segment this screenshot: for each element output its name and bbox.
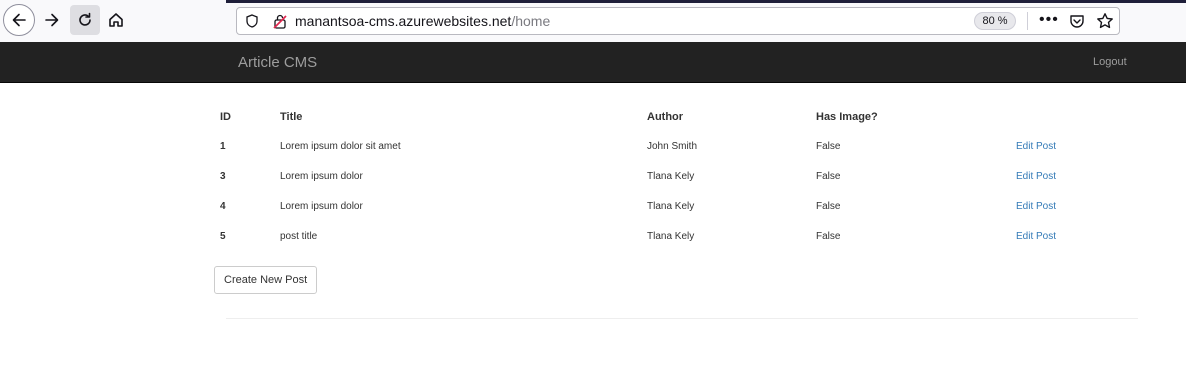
post-has-image: False	[816, 230, 841, 242]
header-actions	[1010, 103, 1144, 131]
reload-icon	[79, 12, 91, 26]
create-new-post-button[interactable]: Create New Post	[214, 266, 318, 294]
url-path: /home	[511, 13, 551, 29]
app-navbar: Article CMS Logout	[0, 42, 1186, 83]
post-id: 5	[220, 230, 226, 242]
edit-post-link[interactable]: Edit Post	[1016, 171, 1056, 182]
post-author: John Smith	[647, 140, 698, 152]
post-actions: Edit Post	[1010, 161, 1144, 191]
header-has-image: Has Image?	[816, 111, 878, 123]
edit-post-link[interactable]: Edit Post	[1016, 141, 1056, 152]
post-has-image: False	[816, 140, 841, 152]
url-text[interactable]: manantsoa-cms.azurewebsites.net/home	[295, 13, 550, 29]
home-button[interactable]	[101, 5, 131, 35]
post-has-image: False	[816, 170, 841, 182]
post-title: Lorem ipsum dolor	[280, 170, 363, 182]
header-title: Title	[280, 111, 303, 123]
tab-strip-accent	[226, 0, 1186, 3]
page-actions-icon[interactable]: •••	[1039, 11, 1059, 29]
post-has-image: False	[816, 200, 841, 212]
post-id: 3	[220, 170, 226, 182]
post-author: Tlana Kely	[647, 200, 695, 212]
post-title: Lorem ipsum dolor sit amet	[280, 140, 401, 152]
post-author: Tlana Kely	[647, 170, 695, 182]
post-id: 4	[220, 200, 226, 212]
arrow-right-icon	[45, 13, 59, 27]
url-bar-divider	[1027, 12, 1028, 30]
header-author: Author	[647, 111, 684, 123]
post-title: post title	[280, 230, 318, 242]
table-row: 3 Lorem ipsum dolor Tlana Kely False Edi…	[214, 161, 1144, 191]
table-row: 1 Lorem ipsum dolor sit amet John Smith …	[214, 131, 1144, 161]
header-id: ID	[220, 111, 231, 123]
table-header-row: ID Title Author Has Image?	[214, 103, 1144, 131]
forward-button[interactable]	[37, 5, 67, 35]
table-row: 5 post title Tlana Kely False Edit Post	[214, 221, 1144, 251]
zoom-level-badge[interactable]: 80 %	[974, 12, 1016, 30]
footer-divider	[226, 318, 1138, 319]
post-title: Lorem ipsum dolor	[280, 200, 363, 212]
arrow-left-icon	[12, 13, 26, 27]
reload-button[interactable]	[70, 5, 100, 35]
post-actions: Edit Post	[1010, 221, 1144, 251]
edit-post-link[interactable]: Edit Post	[1016, 231, 1056, 242]
edit-post-link[interactable]: Edit Post	[1016, 201, 1056, 212]
posts-table: ID Title Author Has Image? 1 Lorem ipsum…	[214, 103, 1144, 251]
post-author: Tlana Kely	[647, 230, 695, 242]
brand-title[interactable]: Article CMS	[238, 54, 317, 71]
url-host: manantsoa-cms.azurewebsites.net	[295, 13, 512, 29]
insecure-lock-icon[interactable]	[273, 14, 287, 34]
bookmark-star-icon[interactable]	[1096, 12, 1114, 35]
post-actions: Edit Post	[1010, 191, 1144, 221]
url-bar[interactable]: manantsoa-cms.azurewebsites.net/home 80 …	[236, 7, 1120, 35]
post-id: 1	[220, 140, 226, 152]
post-actions: Edit Post	[1010, 131, 1144, 161]
table-row: 4 Lorem ipsum dolor Tlana Kely False Edi…	[214, 191, 1144, 221]
browser-toolbar: manantsoa-cms.azurewebsites.net/home 80 …	[0, 0, 1186, 42]
home-icon	[109, 13, 123, 27]
back-button[interactable]	[3, 4, 35, 36]
pocket-icon[interactable]	[1069, 13, 1085, 34]
logout-link[interactable]: Logout	[1093, 56, 1127, 68]
shield-icon[interactable]	[245, 14, 259, 33]
